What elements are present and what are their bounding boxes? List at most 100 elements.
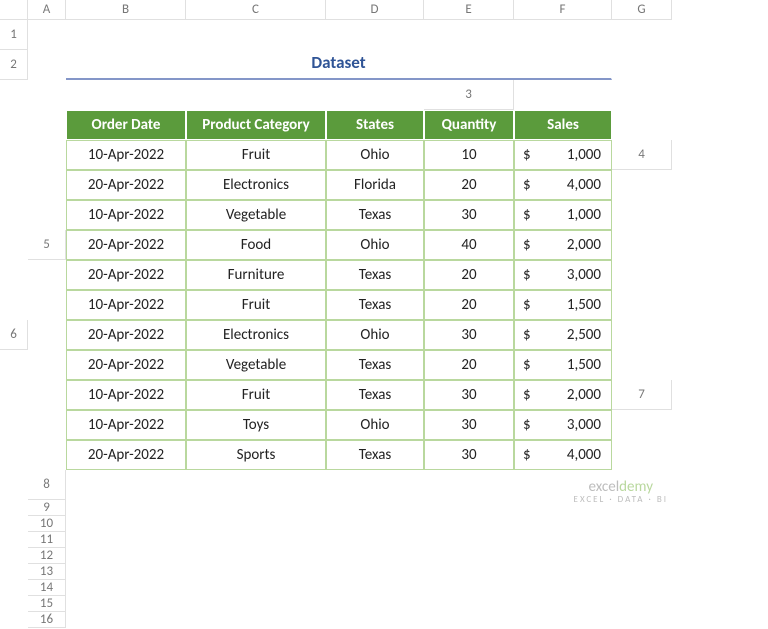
- cell-E2[interactable]: [66, 80, 186, 110]
- cell-B15[interactable]: [186, 596, 326, 612]
- cell-states[interactable]: Texas: [326, 260, 424, 290]
- cell-states[interactable]: Texas: [326, 200, 424, 230]
- cell-D16[interactable]: [424, 612, 514, 628]
- cell-F12[interactable]: [612, 548, 672, 564]
- cell-A8[interactable]: [66, 470, 186, 500]
- cell-sales[interactable]: $3,000: [514, 410, 612, 440]
- cell-C1[interactable]: [186, 20, 326, 50]
- cell-G3[interactable]: [28, 140, 66, 170]
- cell-states[interactable]: Ohio: [326, 230, 424, 260]
- row-header-12[interactable]: 12: [28, 548, 66, 564]
- cell-D5[interactable]: [612, 260, 672, 290]
- cell-D14[interactable]: [424, 580, 514, 596]
- cell-F4[interactable]: [612, 200, 672, 230]
- cell-F15[interactable]: [612, 596, 672, 612]
- cell-B16[interactable]: [186, 612, 326, 628]
- cell-D9[interactable]: [424, 500, 514, 516]
- cell-B7[interactable]: [28, 410, 66, 440]
- cell-quantity[interactable]: 10: [424, 140, 514, 170]
- row-header-7[interactable]: 7: [612, 380, 672, 410]
- cell-A2[interactable]: [28, 50, 66, 80]
- cell-C8[interactable]: [326, 470, 424, 500]
- cell-E1[interactable]: [424, 20, 514, 50]
- cell-G4[interactable]: [0, 230, 28, 260]
- cell-E7[interactable]: [28, 440, 66, 470]
- table-header-quantity[interactable]: Quantity: [424, 110, 514, 140]
- cell-D4[interactable]: [0, 200, 28, 230]
- cell-F14[interactable]: [612, 580, 672, 596]
- cell-quantity[interactable]: 20: [424, 290, 514, 320]
- cell-C9[interactable]: [326, 500, 424, 516]
- column-header-C[interactable]: C: [186, 0, 326, 20]
- cell-A6[interactable]: [28, 320, 66, 350]
- cell-sales[interactable]: $2,000: [514, 380, 612, 410]
- cell-quantity[interactable]: 30: [424, 200, 514, 230]
- cell-C11[interactable]: [326, 532, 424, 548]
- cell-E3[interactable]: [612, 110, 672, 140]
- cell-A5[interactable]: [612, 230, 672, 260]
- cell-B14[interactable]: [186, 580, 326, 596]
- cell-D12[interactable]: [424, 548, 514, 564]
- cell-B3[interactable]: [612, 80, 672, 110]
- cell-product-category[interactable]: Fruit: [186, 380, 326, 410]
- cell-C16[interactable]: [326, 612, 424, 628]
- cell-E14[interactable]: [514, 580, 612, 596]
- cell-product-category[interactable]: Sports: [186, 440, 326, 470]
- cell-A12[interactable]: [66, 548, 186, 564]
- cell-E9[interactable]: [514, 500, 612, 516]
- row-header-4[interactable]: 4: [612, 140, 672, 170]
- cell-sales[interactable]: $1,500: [514, 290, 612, 320]
- cell-C5[interactable]: [28, 260, 66, 290]
- cell-order-date[interactable]: 20-Apr-2022: [66, 440, 186, 470]
- cell-E15[interactable]: [514, 596, 612, 612]
- cell-sales[interactable]: $2,000: [514, 230, 612, 260]
- cell-quantity[interactable]: 20: [424, 350, 514, 380]
- cell-G2[interactable]: [326, 80, 424, 110]
- cell-E8[interactable]: [514, 470, 612, 500]
- select-all-corner[interactable]: [0, 0, 28, 20]
- cell-order-date[interactable]: 20-Apr-2022: [66, 320, 186, 350]
- row-header-1[interactable]: 1: [0, 20, 28, 50]
- cell-product-category[interactable]: Food: [186, 230, 326, 260]
- cell-quantity[interactable]: 30: [424, 320, 514, 350]
- cell-B13[interactable]: [186, 564, 326, 580]
- cell-F13[interactable]: [612, 564, 672, 580]
- cell-A7[interactable]: [0, 410, 28, 440]
- cell-B1[interactable]: [66, 20, 186, 50]
- cell-E6[interactable]: [612, 350, 672, 380]
- cell-D13[interactable]: [424, 564, 514, 580]
- column-header-G[interactable]: G: [612, 0, 672, 20]
- cell-product-category[interactable]: Fruit: [186, 140, 326, 170]
- cell-product-category[interactable]: Vegetable: [186, 200, 326, 230]
- cell-G12[interactable]: [0, 564, 28, 580]
- cell-E16[interactable]: [514, 612, 612, 628]
- cell-D2[interactable]: [28, 80, 66, 110]
- cell-A10[interactable]: [66, 516, 186, 532]
- cell-B4[interactable]: [28, 170, 66, 200]
- cell-C14[interactable]: [326, 580, 424, 596]
- cell-D3[interactable]: [28, 110, 66, 140]
- cell-states[interactable]: Ohio: [326, 320, 424, 350]
- table-header-product-category[interactable]: Product Category: [186, 110, 326, 140]
- cell-G7[interactable]: [0, 470, 28, 500]
- cell-A4[interactable]: [0, 170, 28, 200]
- cell-states[interactable]: Texas: [326, 290, 424, 320]
- cell-C2[interactable]: [0, 80, 28, 110]
- cell-D6[interactable]: [28, 350, 66, 380]
- cell-C7[interactable]: [612, 410, 672, 440]
- table-header-sales[interactable]: Sales: [514, 110, 612, 140]
- cell-D10[interactable]: [424, 516, 514, 532]
- row-header-3[interactable]: 3: [424, 80, 514, 110]
- cell-sales[interactable]: $1,500: [514, 350, 612, 380]
- cell-A11[interactable]: [66, 532, 186, 548]
- cell-D7[interactable]: [0, 440, 28, 470]
- cell-G1[interactable]: [612, 20, 672, 50]
- cell-D11[interactable]: [424, 532, 514, 548]
- cell-order-date[interactable]: 10-Apr-2022: [66, 200, 186, 230]
- cell-F9[interactable]: [612, 500, 672, 516]
- cell-quantity[interactable]: 20: [424, 170, 514, 200]
- cell-states[interactable]: Ohio: [326, 140, 424, 170]
- cell-A9[interactable]: [66, 500, 186, 516]
- cell-B9[interactable]: [186, 500, 326, 516]
- cell-D1[interactable]: [326, 20, 424, 50]
